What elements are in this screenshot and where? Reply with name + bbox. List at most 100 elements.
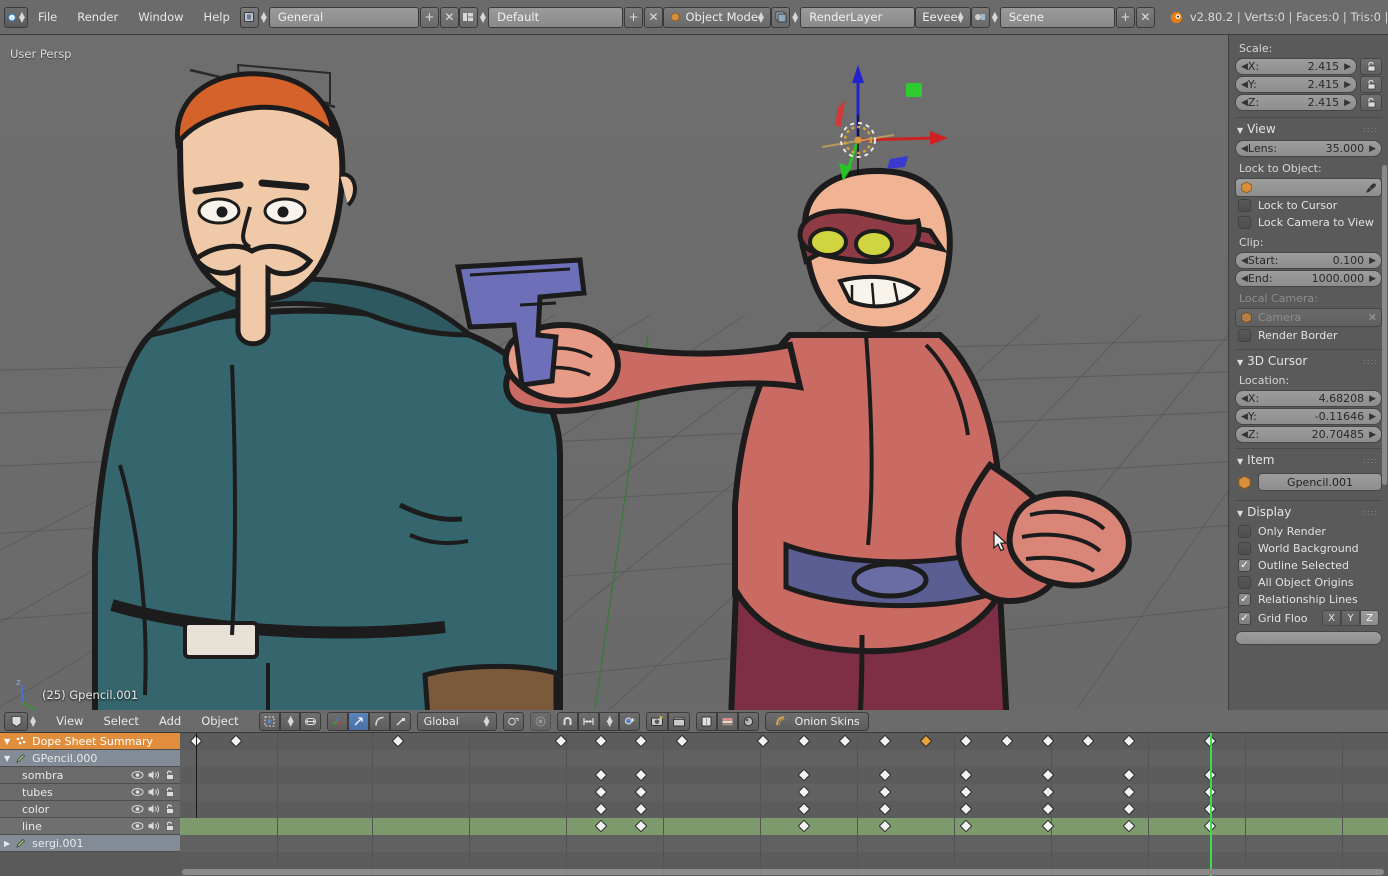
grid-floor-row[interactable]: ✓ Grid Floo X Y Z bbox=[1235, 608, 1382, 628]
clip-start-field[interactable]: ◀ Start: 0.100 ▶ bbox=[1235, 252, 1382, 269]
outline-selected-checkbox[interactable]: ✓ bbox=[1238, 559, 1251, 572]
increment-arrow-icon[interactable]: ▶ bbox=[1369, 144, 1376, 154]
dope-horizontal-scrollbar[interactable] bbox=[182, 869, 1384, 875]
scene-chevron-icon[interactable]: ▲ ▼ bbox=[992, 11, 998, 24]
eye-icon[interactable] bbox=[131, 769, 144, 781]
increment-arrow-icon[interactable]: ▶ bbox=[1344, 80, 1351, 90]
unlocked-padlock-icon[interactable] bbox=[164, 803, 176, 815]
rotate-gizmo-button[interactable] bbox=[368, 711, 390, 731]
magnet-button[interactable] bbox=[556, 711, 578, 731]
channel-tubes[interactable]: tubes bbox=[0, 784, 180, 801]
shading-rendered-button[interactable] bbox=[737, 711, 759, 731]
sidebar-scrollbar[interactable] bbox=[1382, 165, 1387, 485]
screen-layout-chevron-icon[interactable]: ▲ ▼ bbox=[480, 11, 486, 24]
playhead[interactable] bbox=[1210, 733, 1212, 876]
pivot-point-button[interactable] bbox=[258, 711, 280, 731]
view-layer-field[interactable]: RenderLayer bbox=[800, 6, 916, 28]
item-section-header[interactable]: ▼ Item :::: bbox=[1235, 448, 1382, 471]
expand-triangle-icon[interactable]: ▼ bbox=[4, 737, 10, 746]
scale-y-field[interactable]: ◀ Y: 2.415 ▶ bbox=[1235, 76, 1357, 93]
grid-floor-checkbox[interactable]: ✓ bbox=[1238, 611, 1251, 625]
increment-arrow-icon[interactable]: ▶ bbox=[1369, 256, 1376, 266]
snap-target-button[interactable] bbox=[618, 711, 640, 731]
display-section-header[interactable]: ▼ Display :::: bbox=[1235, 500, 1382, 523]
render-border-row[interactable]: Render Border bbox=[1235, 327, 1382, 344]
decrement-arrow-icon[interactable]: ◀ bbox=[1241, 80, 1248, 90]
menu-file[interactable]: File bbox=[28, 8, 67, 26]
cursor3d-z-field[interactable]: ◀ Z: 20.70485 ▶ bbox=[1235, 426, 1382, 443]
proportional-edit-button[interactable] bbox=[502, 711, 524, 731]
blender-logo-icon[interactable]: i ▲ ▼ bbox=[4, 6, 28, 28]
scale-gizmo-button[interactable] bbox=[389, 711, 411, 731]
render-image-button[interactable] bbox=[645, 711, 668, 731]
decrement-arrow-icon[interactable]: ◀ bbox=[1241, 430, 1248, 440]
dope-sheet-channel-list[interactable]: ▼ Dope Sheet Summary ▼ GPencil.000 sombr… bbox=[0, 733, 180, 876]
increment-arrow-icon[interactable]: ▶ bbox=[1369, 274, 1376, 284]
speaker-icon[interactable] bbox=[147, 786, 161, 798]
scale-z-lock-button[interactable] bbox=[1360, 94, 1382, 111]
clip-end-field[interactable]: ◀ End: 1000.000 ▶ bbox=[1235, 270, 1382, 287]
menu-window[interactable]: Window bbox=[128, 8, 193, 26]
workspace-add-button[interactable]: + bbox=[419, 6, 439, 28]
cursor3d-x-field[interactable]: ◀ X: 4.68208 ▶ bbox=[1235, 390, 1382, 407]
decrement-arrow-icon[interactable]: ◀ bbox=[1241, 274, 1248, 284]
scale-z-field[interactable]: ◀ Z: 2.415 ▶ bbox=[1235, 94, 1357, 111]
scene-add-button[interactable]: + bbox=[1115, 6, 1135, 28]
workspace-remove-button[interactable]: ✕ bbox=[439, 6, 459, 28]
dope-sheet-keyframe-area[interactable] bbox=[180, 733, 1388, 876]
unlocked-padlock-icon[interactable] bbox=[164, 820, 176, 832]
relationship-lines-row[interactable]: ✓ Relationship Lines bbox=[1235, 591, 1382, 608]
snap-element-button[interactable] bbox=[577, 711, 599, 731]
clear-local-camera-icon[interactable]: ✕ bbox=[1368, 311, 1377, 324]
menu-render[interactable]: Render bbox=[67, 8, 128, 26]
renderlayer-chevron-icon[interactable]: ▲ ▼ bbox=[792, 11, 798, 24]
only-render-checkbox[interactable] bbox=[1238, 525, 1251, 538]
outline-selected-row[interactable]: ✓ Outline Selected bbox=[1235, 557, 1382, 574]
grid-axis-z-button[interactable]: Z bbox=[1360, 610, 1379, 626]
lock-to-object-picker[interactable] bbox=[1235, 178, 1382, 197]
screen-layout-name-field[interactable]: Default bbox=[488, 6, 624, 28]
falloff-type-button[interactable] bbox=[529, 711, 551, 731]
menu-help[interactable]: Help bbox=[194, 8, 240, 26]
dope-menu-select[interactable]: Select bbox=[93, 712, 148, 730]
render-border-checkbox[interactable] bbox=[1238, 329, 1251, 342]
only-render-row[interactable]: Only Render bbox=[1235, 523, 1382, 540]
channel-color[interactable]: color bbox=[0, 801, 180, 818]
item-name-field[interactable]: Gpencil.001 bbox=[1258, 473, 1382, 491]
workspace-icon[interactable] bbox=[239, 6, 259, 28]
scale-x-lock-button[interactable] bbox=[1360, 58, 1382, 75]
shading-solid-button[interactable] bbox=[695, 711, 717, 731]
cursor3d-y-field[interactable]: ◀ Y: -0.11646 ▶ bbox=[1235, 408, 1382, 425]
decrement-arrow-icon[interactable]: ◀ bbox=[1241, 256, 1248, 266]
increment-arrow-icon[interactable]: ▶ bbox=[1369, 430, 1376, 440]
relationship-lines-checkbox[interactable]: ✓ bbox=[1238, 593, 1251, 606]
dope-menu-view[interactable]: View bbox=[46, 712, 93, 730]
decrement-arrow-icon[interactable]: ◀ bbox=[1241, 394, 1248, 404]
expand-triangle-icon[interactable]: ▶ bbox=[4, 839, 10, 848]
local-camera-picker[interactable]: Camera ✕ bbox=[1235, 308, 1382, 327]
all-object-origins-row[interactable]: All Object Origins bbox=[1235, 574, 1382, 591]
world-background-checkbox[interactable] bbox=[1238, 542, 1251, 555]
increment-arrow-icon[interactable]: ▶ bbox=[1344, 62, 1351, 72]
transform-orientation-dropdown[interactable]: Global ▲ ▼ bbox=[416, 711, 497, 731]
editor-type-chevron-icon[interactable]: ▲ ▼ bbox=[30, 715, 36, 728]
view-section-header[interactable]: ▼ View :::: bbox=[1235, 117, 1382, 140]
workspace-name-field[interactable]: General bbox=[268, 6, 419, 28]
screen-layout-icon[interactable] bbox=[458, 6, 478, 28]
scene-icon[interactable] bbox=[970, 6, 990, 28]
transform-gizmo-button[interactable] bbox=[326, 711, 348, 731]
eyedropper-icon[interactable] bbox=[1365, 182, 1377, 194]
scale-x-field[interactable]: ◀ X: 2.415 ▶ bbox=[1235, 58, 1357, 75]
channel-sergi-001[interactable]: ▶ sergi.001 bbox=[0, 835, 180, 852]
onion-skins-button[interactable]: Onion Skins bbox=[764, 711, 869, 731]
manipulate-center-points-button[interactable] bbox=[299, 711, 321, 731]
render-engine-dropdown[interactable]: Eevee ▲ ▼ bbox=[915, 6, 971, 28]
lock-camera-to-view-checkbox[interactable] bbox=[1238, 216, 1251, 229]
eye-icon[interactable] bbox=[131, 820, 144, 832]
partial-field-below[interactable] bbox=[1235, 631, 1382, 645]
increment-arrow-icon[interactable]: ▶ bbox=[1369, 412, 1376, 422]
increment-arrow-icon[interactable]: ▶ bbox=[1344, 98, 1351, 108]
pivot-chevron-button[interactable]: ▲ ▼ bbox=[279, 711, 300, 731]
channel-line[interactable]: line bbox=[0, 818, 180, 835]
channel-dope-sheet-summary[interactable]: ▼ Dope Sheet Summary bbox=[0, 733, 180, 750]
